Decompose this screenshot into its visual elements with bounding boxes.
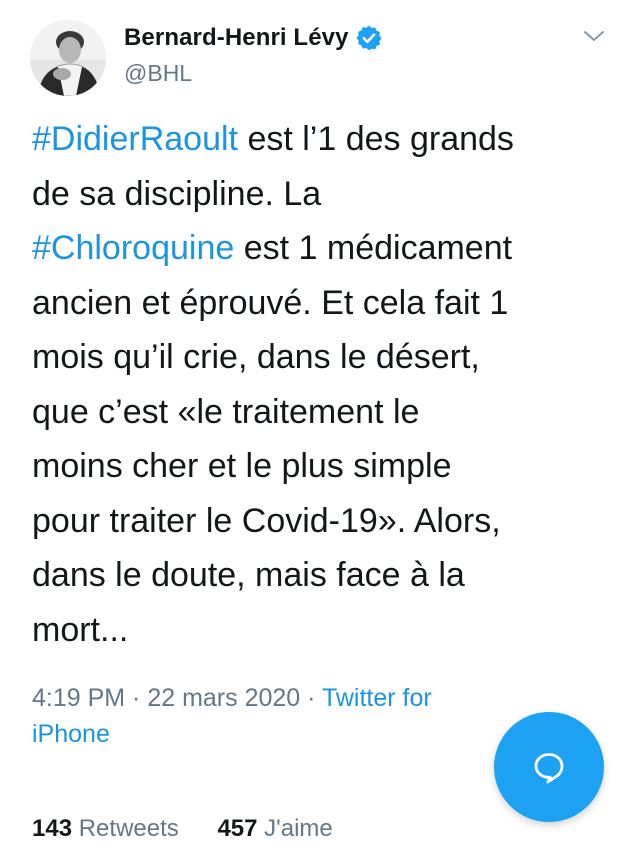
retweets-stat[interactable]: 143 Retweets <box>32 812 179 846</box>
avatar[interactable] <box>30 20 106 96</box>
tweet-text-line: pour traiter le Covid-19». Alors, <box>32 494 622 549</box>
tweet-text-segment: est 1 médicament <box>234 229 513 267</box>
tweet-date: 22 mars 2020 <box>147 684 301 712</box>
tweet-text-segment: mort... <box>32 610 129 649</box>
reply-bubble-icon <box>534 753 564 784</box>
hashtag-link[interactable]: #Chloroquine <box>32 229 234 267</box>
tweet-text-segment: pour traiter le Covid-19». Alors, <box>32 501 501 540</box>
retweets-count: 143 <box>32 815 73 842</box>
tweet-text-line: ancien et éprouvé. Et cela fait 1 <box>32 276 622 331</box>
tweet-text-segment: moins cher et le plus simple <box>32 447 452 485</box>
tweet-time: 4:19 PM <box>32 684 126 712</box>
author-handle[interactable]: @BHL <box>124 60 192 87</box>
tweet-text-segment: ancien et éprouvé. Et cela fait 1 <box>32 283 509 322</box>
tweet-text-line: moins cher et le plus simple <box>32 439 622 494</box>
likes-stat[interactable]: 457 J'aime <box>217 812 332 846</box>
chevron-down-icon[interactable] <box>582 24 606 48</box>
tweet-text-line: dans le doute, mais face à la <box>32 548 622 603</box>
tweet-meta: 4:19 PM · 22 mars 2020 · Twitter for iPh… <box>32 680 512 752</box>
tweet-text-segment: mois qu’il crie, dans le désert, <box>32 338 480 376</box>
tweet-text-line: #DidierRaoult est l’1 des grands <box>32 112 622 167</box>
author-name-row[interactable]: Bernard-Henri Lévy <box>124 22 383 54</box>
tweet-detail-page: Bernard-Henri Lévy @BHL #DidierRaoult es… <box>0 0 640 848</box>
tweet-text-segment: que c’est «le traitement le <box>32 392 420 431</box>
meta-separator: · <box>300 684 322 712</box>
tweet-text-segment: de sa discipline. La <box>32 174 322 213</box>
tweet-text: #DidierRaoult est l’1 des grands de sa di… <box>32 112 622 657</box>
tweet-text-line: que c’est «le traitement le <box>32 385 622 440</box>
likes-label: J'aime <box>264 815 333 842</box>
tweet-text-segment: est l’1 des grands <box>238 120 514 158</box>
tweet-text-line: de sa discipline. La <box>32 167 622 222</box>
tweet-text-line: mort... <box>32 603 622 658</box>
hashtag-link[interactable]: #DidierRaoult <box>32 120 238 158</box>
likes-count: 457 <box>217 815 258 842</box>
meta-separator: · <box>125 684 148 712</box>
tweet-text-line: mois qu’il crie, dans le désert, <box>32 330 622 385</box>
tweet-text-line: #Chloroquine est 1 médicament <box>32 221 622 276</box>
author-display-name[interactable]: Bernard-Henri Lévy <box>124 24 349 52</box>
verified-badge-icon <box>355 24 383 52</box>
compose-reply-button[interactable] <box>494 712 604 822</box>
tweet-text-segment: dans le doute, mais face à la <box>32 556 465 594</box>
avatar-photo <box>30 20 106 96</box>
retweets-label: Retweets <box>78 815 179 842</box>
tweet-stats: 143 Retweets 457 J'aime <box>32 812 333 846</box>
